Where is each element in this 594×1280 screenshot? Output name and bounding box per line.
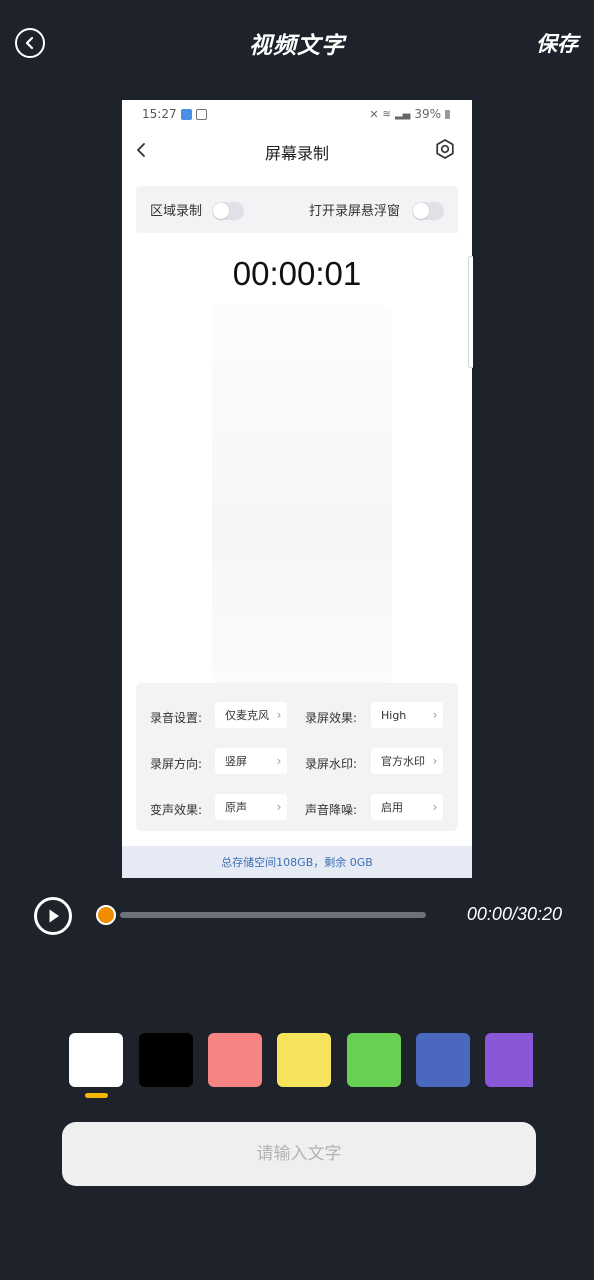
color-swatch-pink[interactable] [208, 1033, 262, 1087]
floating-window-switch[interactable] [412, 202, 444, 220]
chevron-right-icon: › [432, 708, 438, 722]
quality-setting-label: 录屏效果: [305, 711, 358, 725]
orientation-setting-select[interactable]: 竖屏 › [215, 748, 287, 774]
preview-page-title: 屏幕录制 [264, 144, 329, 163]
playback-time: 00:00/30:20 [466, 904, 562, 924]
color-swatch-green[interactable] [347, 1033, 401, 1087]
battery-icon [445, 109, 450, 119]
status-bar-right: ✕ ≋ ▂▄ 39% [369, 107, 450, 121]
watermark-setting-label: 录屏水印: [305, 757, 358, 771]
watermark-setting-select[interactable]: 官方水印 › [371, 748, 443, 774]
noise-reduction-select[interactable]: 启用 › [371, 794, 443, 820]
chevron-right-icon: › [432, 800, 438, 814]
save-button[interactable]: 保存 [536, 28, 578, 58]
color-swatch-purple[interactable] [485, 1033, 533, 1087]
storage-info: 总存储空间108GB，剩余 0GB [122, 846, 472, 878]
mute-icon: ✕ [369, 107, 379, 121]
recording-app-icon [180, 108, 192, 120]
voice-effect-label: 变声效果: [150, 803, 203, 817]
play-icon [49, 909, 59, 923]
status-time: 15:27 [142, 107, 177, 121]
recording-settings-card: 录音设置: 仅麦克风 › 录屏效果: High › 录屏方向: 竖屏 › 录屏水印: … [136, 683, 458, 831]
play-button[interactable] [34, 897, 72, 935]
signal-icon: ▂▄ [394, 108, 411, 120]
color-swatch-blue[interactable] [416, 1033, 470, 1087]
recording-timer: 00:00:01 [232, 255, 362, 292]
audio-setting-select[interactable]: 仅麦克风 › [215, 702, 287, 728]
progress-thumb[interactable] [96, 905, 116, 925]
battery-level: 39% [414, 107, 441, 121]
chevron-right-icon: › [432, 754, 438, 768]
gallery-icon [195, 108, 207, 120]
progress-track[interactable] [120, 912, 426, 918]
color-swatch-white[interactable] [69, 1033, 123, 1087]
color-swatch-black[interactable] [139, 1033, 193, 1087]
voice-effect-select[interactable]: 原声 › [215, 794, 287, 820]
chevron-right-icon: › [276, 800, 282, 814]
area-recording-label: 区域录制 [150, 204, 203, 219]
text-input[interactable] [62, 1122, 536, 1186]
selected-color-indicator [85, 1093, 108, 1098]
chevron-right-icon: › [276, 754, 282, 768]
wifi-icon: ≋ [382, 108, 391, 120]
video-preview[interactable]: 15:27 ✕ ≋ ▂▄ 39% 屏幕录制 区域录制 打开录屏悬浮窗 00:00… [122, 100, 472, 878]
noise-reduction-label: 声音降噪: [305, 803, 358, 817]
preview-edge-handle [468, 256, 473, 368]
quality-setting-select[interactable]: High › [371, 702, 443, 728]
area-recording-switch[interactable] [212, 202, 244, 220]
audio-setting-label: 录音设置: [150, 711, 203, 725]
color-swatch-yellow[interactable] [277, 1033, 331, 1087]
status-bar-left: 15:27 [142, 107, 207, 121]
orientation-setting-label: 录屏方向: [150, 757, 203, 771]
page-title: 视频文字 [249, 33, 345, 59]
faded-background [212, 305, 392, 685]
settings-gear-icon [436, 139, 454, 159]
toggle-card: 区域录制 打开录屏悬浮窗 [136, 186, 458, 233]
chevron-right-icon: › [276, 708, 282, 722]
floating-window-label: 打开录屏悬浮窗 [309, 204, 401, 219]
